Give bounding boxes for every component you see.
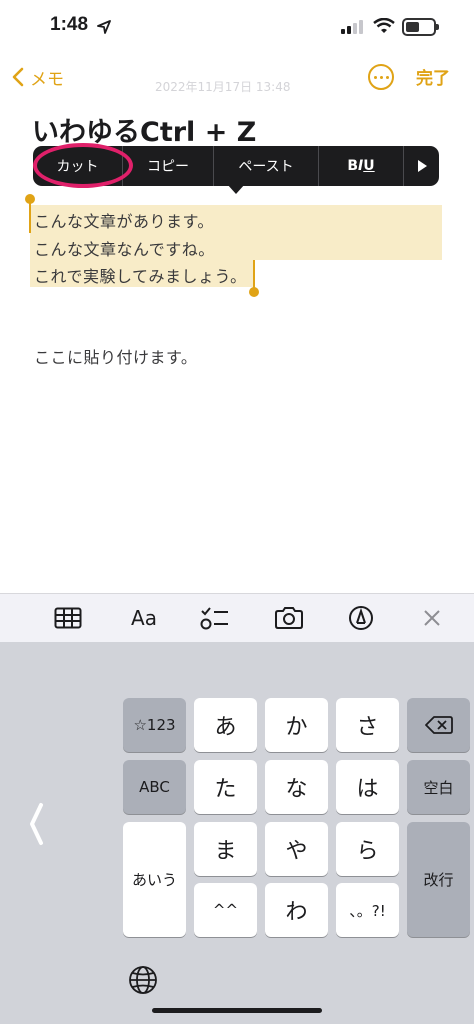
battery-icon: [402, 18, 439, 36]
cursor-left-chevron-icon[interactable]: [28, 802, 44, 846]
camera-icon[interactable]: [273, 602, 305, 634]
return-key[interactable]: 改行: [407, 822, 470, 937]
selection-end-caret: [253, 260, 255, 290]
japanese-kana-keyboard: ☆123 あ か さ ABC た な は 空白 あいう ま や ら 改行 ^^ …: [0, 642, 474, 1024]
chevron-left-icon: [12, 67, 24, 87]
bold-label: B: [347, 158, 359, 174]
edit-menu-pointer: [227, 184, 245, 194]
format-text-button[interactable]: Aa: [126, 602, 162, 634]
note-toolbar: Aa: [0, 593, 474, 642]
back-button[interactable]: メモ: [12, 62, 64, 92]
status-time: 1:48: [50, 14, 89, 35]
space-key[interactable]: 空白: [407, 760, 470, 814]
kana-key-ya[interactable]: や: [265, 822, 328, 876]
backspace-icon: [424, 716, 453, 734]
note-line[interactable]: こんな文章があります。: [34, 208, 214, 232]
menu-next-button[interactable]: [404, 146, 439, 186]
annotation-circle: [33, 143, 133, 188]
cellular-signal-icon: [341, 20, 363, 34]
more-options-icon[interactable]: [368, 64, 394, 90]
markup-pen-icon[interactable]: [345, 602, 377, 634]
play-right-icon: [417, 160, 427, 172]
kana-key-ma[interactable]: ま: [194, 822, 257, 876]
emoticon-key[interactable]: ^^: [194, 883, 257, 937]
delete-key[interactable]: [407, 698, 470, 752]
note-line[interactable]: こんな文章なんですね。: [34, 236, 215, 260]
close-icon[interactable]: [416, 602, 448, 634]
selection-start-caret: [29, 203, 31, 233]
kana-key-a[interactable]: あ: [194, 698, 257, 752]
selection-end-handle[interactable]: [249, 287, 259, 297]
location-arrow-icon: [97, 20, 111, 34]
home-indicator[interactable]: [152, 1008, 322, 1013]
format-biu-menu-item[interactable]: BIU: [319, 146, 404, 186]
note-line[interactable]: ここに貼り付けます。: [34, 344, 197, 368]
back-label: メモ: [30, 69, 64, 90]
note-line[interactable]: これで実験してみましょう。: [34, 263, 247, 287]
copy-menu-item[interactable]: コピー: [123, 146, 214, 186]
checklist-icon[interactable]: [198, 602, 230, 634]
globe-icon[interactable]: [128, 965, 158, 995]
kana-key-ra[interactable]: ら: [336, 822, 399, 876]
abc-mode-key[interactable]: ABC: [123, 760, 186, 814]
punctuation-key[interactable]: 、。?!: [336, 883, 399, 937]
paste-menu-item[interactable]: ペースト: [214, 146, 319, 186]
kana-key-ka[interactable]: か: [265, 698, 328, 752]
kana-key-wa[interactable]: わ: [265, 883, 328, 937]
kana-key-na[interactable]: な: [265, 760, 328, 814]
done-button[interactable]: 完了: [416, 64, 450, 89]
wifi-icon: [373, 18, 395, 33]
kana-key-sa[interactable]: さ: [336, 698, 399, 752]
kana-key-ta[interactable]: た: [194, 760, 257, 814]
table-icon[interactable]: [52, 602, 84, 634]
note-title[interactable]: いわゆるCtrl + Z: [32, 110, 256, 149]
note-date: 2022年11月17日 13:48: [155, 80, 291, 94]
kana-mode-key[interactable]: あいう: [123, 822, 186, 937]
numbers-mode-key[interactable]: ☆123: [123, 698, 186, 752]
underline-label: U: [363, 158, 375, 174]
kana-key-ha[interactable]: は: [336, 760, 399, 814]
